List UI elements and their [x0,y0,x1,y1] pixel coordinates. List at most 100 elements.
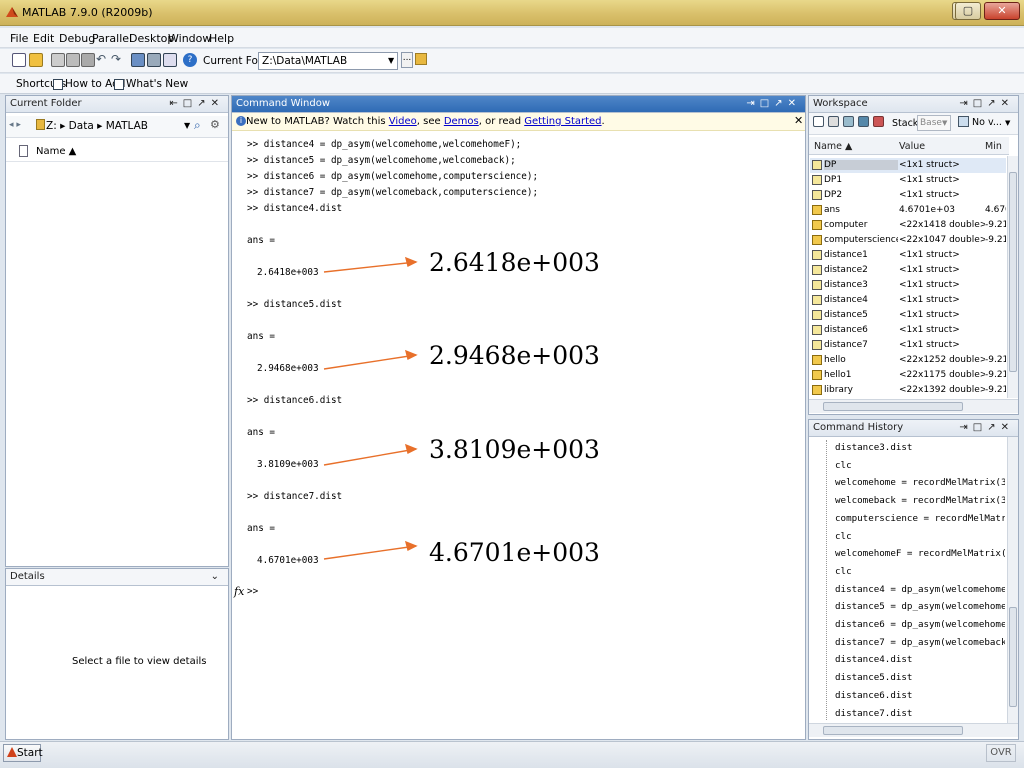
variable-value: <1x1 struct> [899,310,960,320]
video-link[interactable]: Video [389,116,417,127]
menu-window[interactable]: Window [168,32,211,45]
menu-file[interactable]: File [10,32,28,45]
workspace-row[interactable]: distance5 <1x1 struct> [810,308,1006,323]
chevron-down-icon[interactable]: ▼ [1005,119,1010,127]
history-item[interactable]: distance4 = dp_asym(welcomehome, [835,584,1005,595]
help-icon[interactable]: ? [183,53,197,67]
plot-selector-icon[interactable] [958,116,969,127]
history-item[interactable]: welcomehomeF = recordMelMatrix(3 [835,548,1005,559]
open-file-icon[interactable] [29,53,43,67]
workspace-row[interactable]: computer <22x1418 double>-9.210 [810,218,1006,233]
up-folder-icon[interactable] [415,53,427,65]
demos-link[interactable]: Demos [444,116,479,127]
current-folder-select[interactable]: Z:\Data\MATLAB [258,52,398,70]
workspace-scrollbar[interactable] [1007,156,1018,398]
history-item[interactable]: clc [835,460,852,471]
panel-title: Command History [813,422,904,433]
workspace-row[interactable]: hello <22x1252 double>-9.210 [810,353,1006,368]
workspace-row[interactable]: DP <1x1 struct> [810,158,1006,173]
panel-controls[interactable]: ⇥□↗✕ [746,96,801,112]
history-item[interactable]: distance7.dist [835,708,912,719]
history-item[interactable]: distance6 = dp_asym(welcomehome, [835,619,1005,630]
whats-new-link[interactable]: What's New [126,78,188,90]
history-item[interactable]: clc [835,566,852,577]
history-scrollbar[interactable] [1007,437,1018,723]
scrollbar-thumb[interactable] [1009,172,1017,372]
workspace-row[interactable]: hello1 <22x1175 double>-9.210 [810,368,1006,383]
paste-icon[interactable] [81,53,95,67]
history-item[interactable]: distance5 = dp_asym(welcomehome, [835,601,1005,612]
history-item[interactable]: clc [835,531,852,542]
search-icon[interactable]: ⌕ [194,118,201,133]
workspace-row[interactable]: library <22x1392 double>-9.210 [810,383,1006,398]
workspace-hscrollbar[interactable] [809,399,1018,413]
workspace-row[interactable]: distance2 <1x1 struct> [810,263,1006,278]
panel-controls[interactable]: ⇥□↗✕ [959,96,1014,112]
history-item[interactable]: distance3.dist [835,442,912,453]
history-item[interactable]: distance4.dist [835,654,912,665]
command-prompt[interactable]: >> [247,586,258,597]
import-data-icon[interactable] [843,116,854,127]
delete-variable-icon[interactable] [873,116,884,127]
workspace-row[interactable]: DP1 <1x1 struct> [810,173,1006,188]
history-item[interactable]: distance7 = dp_asym(welcomeback, [835,637,1005,648]
simulink-icon[interactable] [131,53,145,67]
workspace-row[interactable]: distance7 <1x1 struct> [810,338,1006,353]
history-item[interactable]: welcomeback = recordMelMatrix(3) [835,495,1005,506]
value-column-header[interactable]: Value [899,141,925,152]
new-variable-icon[interactable] [813,116,824,127]
workspace-row[interactable]: distance4 <1x1 struct> [810,293,1006,308]
panel-controls[interactable]: ⇥□↗✕ [959,420,1014,436]
close-button[interactable]: ✕ [984,2,1020,20]
folder-breadcrumb[interactable]: Z: ▸ Data ▸ MATLAB [46,120,148,132]
redo-icon[interactable]: ↷ [111,53,125,67]
close-info-icon[interactable]: ✕ [794,114,803,127]
profiler-icon[interactable] [163,53,177,67]
guide-icon[interactable] [147,53,161,67]
new-file-icon[interactable] [12,53,26,67]
scrollbar-thumb[interactable] [823,726,963,735]
menu-debug[interactable]: Debug [59,32,95,45]
history-hscrollbar[interactable] [809,723,1018,737]
chevron-down-icon[interactable]: ⌄ [211,569,224,585]
details-empty-text: Select a file to view details [72,656,207,667]
workspace-row[interactable]: DP2 <1x1 struct> [810,188,1006,203]
workspace-row[interactable]: distance3 <1x1 struct> [810,278,1006,293]
back-forward-icon[interactable]: ◂ ▸ [9,120,21,130]
open-variable-icon[interactable] [828,116,839,127]
undo-icon[interactable]: ↶ [96,53,110,67]
output-value: 2.6418e+003 [257,267,319,278]
chevron-down-icon[interactable]: ▼ [942,119,947,127]
scrollbar-thumb[interactable] [823,402,963,411]
getting-started-link[interactable]: Getting Started [524,116,601,127]
cut-icon[interactable] [51,53,65,67]
workspace-variable-list: DP <1x1 struct> DP1 <1x1 struct> DP2 <1x1 str… [810,158,1006,398]
copy-icon[interactable] [66,53,80,67]
chevron-down-icon[interactable]: ▼ [388,56,394,65]
scrollbar-thumb[interactable] [1009,607,1017,707]
history-item[interactable]: distance6.dist [835,690,912,701]
min-column-header[interactable]: Min [985,141,1002,152]
history-item[interactable]: computerscience = recordMelMatri [835,513,1005,524]
name-column-header[interactable]: Name ▲ [814,141,852,152]
menu-help[interactable]: Help [209,32,234,45]
menu-parallel[interactable]: Parallel [92,32,132,45]
details-header[interactable]: Details ⌄ [6,569,228,586]
workspace-row[interactable]: computerscience<22x1047 double>-9.210 [810,233,1006,248]
history-item[interactable]: distance5.dist [835,672,912,683]
gear-icon[interactable]: ⚙ [210,118,220,131]
save-workspace-icon[interactable] [858,116,869,127]
function-browser-icon[interactable]: fx [234,585,244,598]
browse-folder-button[interactable]: ... [401,52,413,68]
workspace-row[interactable]: ans 4.6701e+03 4.670 [810,203,1006,218]
maximize-button[interactable]: ▢ [955,2,981,20]
overwrite-indicator: OVR [986,744,1016,762]
history-item[interactable]: welcomehome = recordMelMatrix(3) [835,477,1005,488]
workspace-row[interactable]: distance1 <1x1 struct> [810,248,1006,263]
workspace-row[interactable]: distance6 <1x1 struct> [810,323,1006,338]
chevron-down-icon[interactable]: ▼ [184,121,190,130]
panel-controls[interactable]: ⇤□↗✕ [169,96,224,112]
menu-edit[interactable]: Edit [33,32,54,45]
name-column-header[interactable]: Name ▲ [36,146,76,157]
no-variable-selected[interactable]: No v... [972,117,1002,128]
